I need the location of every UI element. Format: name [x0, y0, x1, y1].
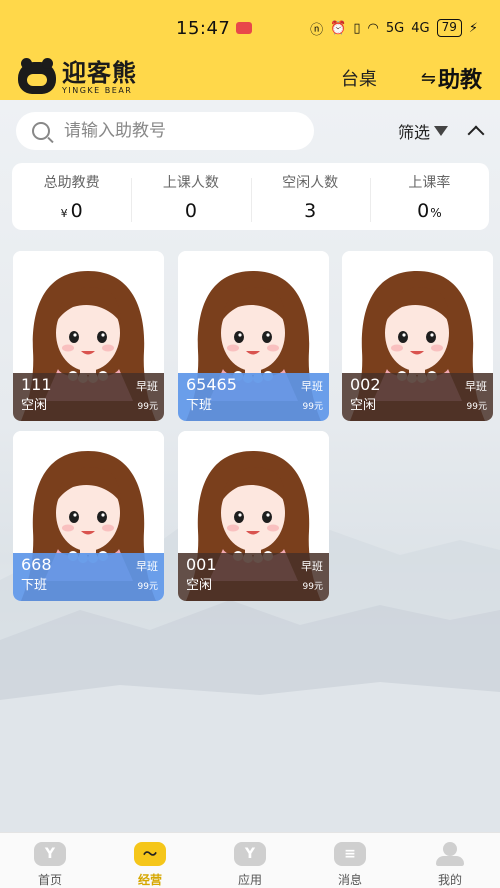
coach-shift: 早班: [465, 380, 487, 393]
stat-value: 0: [70, 199, 83, 222]
coach-number: 668: [21, 555, 52, 574]
stat-class-rate: 上课率 0 %: [369, 172, 489, 222]
app-header: 迎客熊 YINGKE BEAR 台桌 ⇋ 助教: [0, 56, 500, 100]
coach-info-overlay: 668 早班 下班 99元: [13, 553, 164, 601]
tab-assistant[interactable]: ⇋ 助教: [421, 62, 482, 94]
coach-status: 空闲: [21, 398, 48, 413]
business-icon: 〜: [134, 842, 166, 866]
stat-label: 上课人数: [162, 174, 219, 191]
coach-number: 65465: [186, 375, 237, 394]
nav-profile[interactable]: 我的: [400, 833, 500, 888]
signal-5g-label: 5G: [385, 20, 405, 36]
coach-shift: 早班: [136, 560, 158, 573]
stat-label: 空闲人数: [282, 174, 339, 191]
currency-symbol: ¥: [60, 206, 68, 220]
stat-label: 上课率: [408, 174, 451, 191]
coach-card[interactable]: 111 早班 空闲 99元: [13, 251, 164, 421]
coach-card[interactable]: 002 早班 空闲 99元: [342, 251, 493, 421]
stat-in-class: 上课人数 0: [131, 172, 250, 222]
search-icon: [32, 122, 50, 140]
profile-icon: [434, 842, 466, 866]
coach-price: 99元: [302, 582, 323, 592]
alarm-icon: ⏰: [330, 20, 347, 36]
filter-funnel-icon: [434, 126, 448, 136]
swap-icon: ⇋: [420, 67, 436, 89]
bottom-nav: Y 首页 〜 经营 Y 应用 ≡ 消息 我的: [0, 832, 500, 888]
search-input[interactable]: [64, 121, 284, 141]
bear-logo-icon: [18, 58, 56, 94]
header-tabs: 台桌 ⇋ 助教: [341, 62, 482, 94]
coach-card[interactable]: 65465 早班 下班 99元: [178, 251, 329, 421]
coach-shift: 早班: [301, 380, 323, 393]
coach-info-overlay: 001 早班 空闲 99元: [178, 553, 329, 601]
nav-apps[interactable]: Y 应用: [200, 833, 300, 888]
coach-status: 空闲: [350, 398, 377, 413]
status-icons: ⓝ ⏰ ▯ ◠ 5G 4G 79 ⚡: [310, 19, 478, 38]
coach-number: 111: [21, 375, 52, 394]
coach-card[interactable]: 668 早班 下班 99元: [13, 431, 164, 601]
coach-price: 99元: [137, 402, 158, 412]
stat-label: 总助教费: [43, 174, 100, 191]
coach-status: 空闲: [186, 578, 213, 593]
stat-value: 0: [417, 199, 430, 222]
notification-badge-icon: [236, 22, 253, 34]
apps-icon: Y: [234, 842, 266, 866]
nav-label: 消息: [337, 873, 362, 887]
logo-name-en: YINGKE BEAR: [62, 86, 133, 95]
coach-card[interactable]: 001 早班 空闲 99元: [178, 431, 329, 601]
percent-sign: %: [430, 205, 442, 220]
stat-idle: 空闲人数 3: [250, 172, 370, 222]
coach-status: 下班: [21, 578, 48, 593]
search-row: 筛选: [16, 112, 486, 150]
coach-status: 下班: [186, 398, 213, 413]
stats-card: 总助教费 ¥ 0 上课人数 0 空闲人数 3 上课率 0 %: [12, 163, 489, 230]
coach-info-overlay: 111 早班 空闲 99元: [13, 373, 164, 421]
status-bar: 15:47 ⓝ ⏰ ▯ ◠ 5G 4G 79 ⚡: [0, 0, 500, 56]
coach-info-overlay: 65465 早班 下班 99元: [178, 373, 329, 421]
coach-number: 001: [186, 555, 217, 574]
nav-label: 应用: [237, 873, 262, 887]
nav-label: 经营: [137, 873, 162, 887]
chevron-up-icon[interactable]: [467, 125, 485, 143]
filter-label: 筛选: [397, 123, 430, 142]
coach-shift: 早班: [136, 380, 158, 393]
stat-value: 3: [304, 199, 317, 222]
tab-table[interactable]: 台桌: [341, 65, 377, 91]
home-icon: Y: [34, 842, 66, 866]
coach-price: 99元: [137, 582, 158, 592]
battery-level: 79: [436, 19, 462, 37]
nav-label: 我的: [437, 873, 462, 887]
filter-button[interactable]: 筛选: [398, 119, 448, 143]
nav-business[interactable]: 〜 经营: [100, 833, 200, 888]
coach-number: 002: [350, 375, 381, 394]
signal-4g-label: 4G: [411, 20, 430, 36]
nav-home[interactable]: Y 首页: [0, 833, 100, 888]
message-icon: ≡: [334, 842, 366, 866]
nav-messages[interactable]: ≡ 消息: [300, 833, 400, 888]
stat-total-fee: 总助教费 ¥ 0: [12, 172, 131, 222]
wifi-icon: ◠: [367, 20, 379, 36]
coach-price: 99元: [302, 402, 323, 412]
status-time: 15:47: [176, 17, 231, 39]
coach-price: 99元: [466, 402, 487, 412]
search-box[interactable]: [16, 112, 314, 150]
coach-shift: 早班: [301, 560, 323, 573]
nfc-icon: ⓝ: [310, 22, 324, 38]
coach-info-overlay: 002 早班 空闲 99元: [342, 373, 493, 421]
stat-value: 0: [184, 199, 197, 222]
nav-label: 首页: [37, 873, 62, 887]
charging-icon: ⚡: [468, 20, 478, 36]
brand-logo: 迎客熊 YINGKE BEAR: [18, 58, 137, 95]
logo-name-cn: 迎客熊: [62, 59, 137, 87]
tab-assistant-label: 助教: [437, 68, 482, 93]
vibrate-icon: ▯: [353, 20, 361, 36]
